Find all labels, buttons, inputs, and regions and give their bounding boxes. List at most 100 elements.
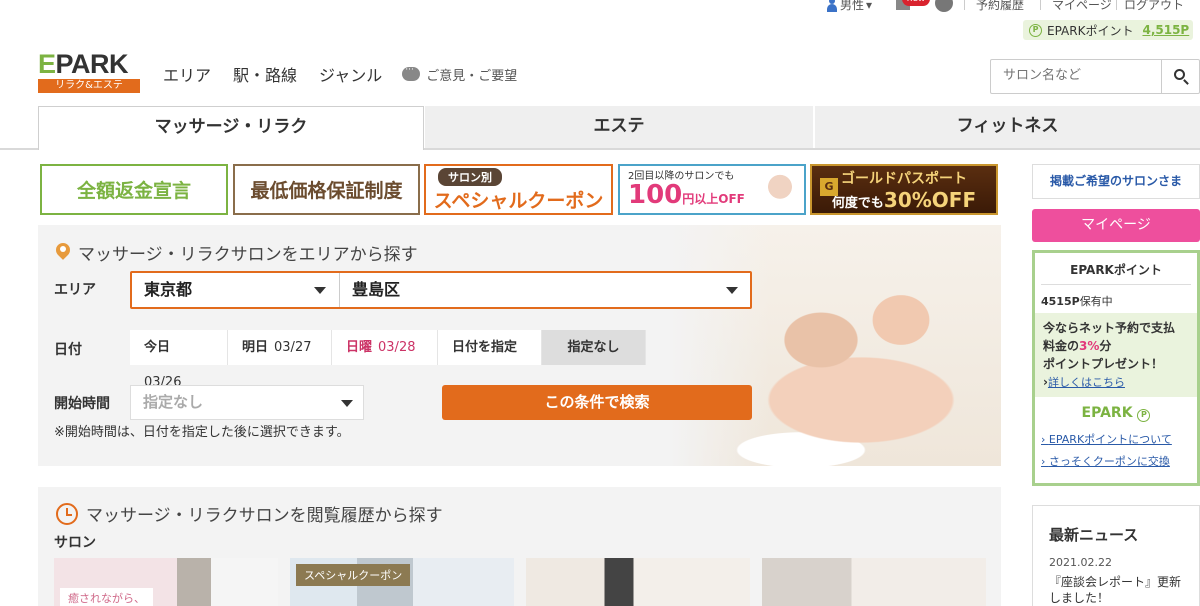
- promo-more-link[interactable]: 詳しくはこちら: [1048, 376, 1125, 389]
- date-label: 日付: [54, 342, 82, 358]
- area-search-heading: マッサージ・リラクサロンをエリアから探す: [78, 245, 418, 265]
- refund-banner[interactable]: 全額返金宣言: [40, 164, 228, 215]
- caret-down-icon: [726, 287, 738, 294]
- divider: [1040, 0, 1041, 10]
- date-tomorrow-date: 03/27: [274, 340, 312, 355]
- points-value[interactable]: 4,515P: [1142, 23, 1189, 37]
- gold-passport-pct: 30%OFF: [883, 187, 977, 212]
- second-visit-amount: 100: [628, 180, 683, 210]
- gender-selector[interactable]: 男性 ▾: [826, 0, 872, 13]
- second-visit-suffix: 円以上OFF: [682, 192, 745, 206]
- new-badge: new: [902, 0, 930, 6]
- date-today[interactable]: 今日03/26: [130, 330, 228, 390]
- gold-coin-icon: G: [820, 178, 838, 196]
- utility-bar: 男性▾ new 予約履歴 マイページ ログアウト: [0, 0, 1200, 14]
- point-coin-icon: P: [1029, 23, 1042, 37]
- points-held: 4515P保有中: [1041, 293, 1113, 309]
- promo-pct: 3%: [1079, 339, 1100, 353]
- points-held-value: 4515P: [1041, 295, 1080, 308]
- area-search-panel: マッサージ・リラクサロンをエリアから探す エリア 東京都 豊島区 日付 今日03…: [38, 225, 1001, 466]
- epark-logo[interactable]: EPARK リラク&エステ: [38, 50, 140, 94]
- gold-passport-prefix: 何度でも: [831, 195, 884, 211]
- epark-points-box: EPARKポイント 4515P保有中 今ならネット予約で支払 料金の3%分 ポイ…: [1032, 250, 1200, 486]
- ward-value: 豊島区: [352, 280, 401, 299]
- woman-photo: [750, 170, 800, 212]
- reservation-history-link[interactable]: 予約履歴: [976, 0, 1024, 13]
- date-sunday[interactable]: 日曜 03/28: [332, 330, 438, 365]
- nav-area[interactable]: エリア: [163, 62, 211, 86]
- tab-fitness[interactable]: フィットネス: [815, 106, 1200, 148]
- tab-massage[interactable]: マッサージ・リラク: [38, 106, 424, 150]
- salon-thumbnail[interactable]: スペシャルクーポン: [290, 558, 514, 606]
- nav-genre[interactable]: ジャンル: [319, 62, 382, 86]
- divider: [1041, 284, 1191, 285]
- epark-points-logo: EPARK P: [1035, 405, 1197, 422]
- date-sunday-day: 日曜: [346, 340, 373, 355]
- mypage-link[interactable]: マイページ: [1052, 0, 1112, 13]
- date-options: 今日03/26 明日 03/27 日曜 03/28 日付を指定 指定なし: [130, 330, 646, 390]
- search-button[interactable]: [1161, 60, 1199, 93]
- area-select: 東京都 豊島区: [130, 271, 752, 309]
- date-tomorrow[interactable]: 明日 03/27: [228, 330, 332, 365]
- specify-date-button[interactable]: 日付を指定: [438, 330, 542, 365]
- mypage-button[interactable]: マイページ: [1032, 209, 1200, 242]
- category-tabs: マッサージ・リラク エステ フィットネス: [0, 106, 1200, 150]
- thumbnail-caption: 癒されながら、: [60, 588, 153, 606]
- salon-label: サロン: [54, 535, 96, 551]
- nav-station[interactable]: 駅・路線: [233, 62, 297, 86]
- area-search-title: マッサージ・リラクサロンをエリアから探す: [56, 240, 418, 265]
- nav-opinion[interactable]: ご意見・ご要望: [402, 65, 517, 84]
- points-label: EPARKポイント: [1047, 23, 1134, 38]
- salon-thumbnail[interactable]: [526, 558, 750, 606]
- date-sunday-date: 03/28: [378, 340, 416, 355]
- condition-search-button[interactable]: この条件で検索: [442, 385, 752, 420]
- prefecture-select[interactable]: 東京都: [132, 273, 340, 307]
- start-time-note: ※開始時間は、日付を指定した後に選択できます。: [54, 425, 350, 440]
- history-heading: マッサージ・リラクサロンを閲覧履歴から探す: [86, 506, 443, 526]
- points-box-header: EPARKポイント: [1070, 263, 1162, 277]
- salon-listing-button[interactable]: 掲載ご希望のサロンさま: [1032, 164, 1200, 199]
- logo2-text: EPARK: [1081, 405, 1133, 421]
- coupon-tagline: サロン別: [438, 168, 502, 186]
- promo-line1: 今ならネット予約で支払: [1043, 321, 1176, 335]
- point-coin-icon: P: [1137, 409, 1151, 422]
- start-time-label: 開始時間: [54, 396, 110, 412]
- news-date: 2021.02.22: [1049, 556, 1112, 569]
- gold-passport-title: ゴールドパスポート: [841, 170, 967, 187]
- coupon-exchange-link[interactable]: › さっそくクーポンに交換: [1041, 453, 1170, 469]
- notification-bell-icon[interactable]: [935, 0, 953, 12]
- area-label: エリア: [54, 282, 96, 298]
- promo-line3: ポイントプレゼント！: [1043, 357, 1164, 371]
- logo-subtitle: リラク&エステ: [38, 79, 140, 93]
- start-time-value: 指定なし: [143, 393, 204, 411]
- logo-e: E: [38, 49, 56, 79]
- news-text[interactable]: 『座談会レポート』更新しました！: [1049, 574, 1189, 606]
- speech-bubble-icon: [402, 65, 421, 81]
- points-promo: 今ならネット予約で支払 料金の3%分 ポイントプレゼント！ ›詳しくはこちら: [1035, 313, 1197, 397]
- person-icon: [826, 0, 838, 12]
- logout-link[interactable]: ログアウト: [1124, 0, 1184, 13]
- caret-down-icon: [341, 400, 353, 407]
- salon-search-input[interactable]: [1003, 68, 1153, 83]
- points-about-link[interactable]: › EPARKポイントについて: [1041, 431, 1172, 447]
- news-box: 最新ニュース 2021.02.22 『座談会レポート』更新しました！: [1032, 505, 1200, 606]
- gold-passport-banner[interactable]: G ゴールドパスポート 何度でも30%OFF: [810, 164, 998, 215]
- caret-down-icon: [314, 287, 326, 294]
- opinion-label: ご意見・ご要望: [426, 68, 518, 84]
- second-visit-banner[interactable]: 2回目以降のサロンでも 100円以上OFF: [618, 164, 806, 215]
- special-coupon-banner[interactable]: サロン別 スペシャルクーポン: [424, 164, 613, 215]
- salon-thumbnail[interactable]: 癒されながら、: [54, 558, 278, 606]
- coupon-main: スペシャルクーポン: [433, 190, 604, 212]
- tab-esthe[interactable]: エステ: [425, 106, 813, 148]
- start-time-select[interactable]: 指定なし: [130, 385, 364, 420]
- points-about-label: EPARKポイントについて: [1048, 433, 1172, 446]
- no-date-button[interactable]: 指定なし: [542, 330, 646, 365]
- coupon-exchange-label: さっそくクーポンに交換: [1048, 455, 1170, 468]
- ward-select[interactable]: 豊島区: [340, 273, 750, 307]
- clock-icon: [56, 502, 78, 525]
- salon-thumbnail[interactable]: [762, 558, 986, 606]
- points-summary[interactable]: P EPARKポイント 4,515P: [1023, 20, 1193, 40]
- logo-word: PARK: [55, 49, 129, 79]
- lowest-price-banner[interactable]: 最低価格保証制度: [233, 164, 420, 215]
- promo-line2-prefix: 料金の: [1043, 339, 1080, 353]
